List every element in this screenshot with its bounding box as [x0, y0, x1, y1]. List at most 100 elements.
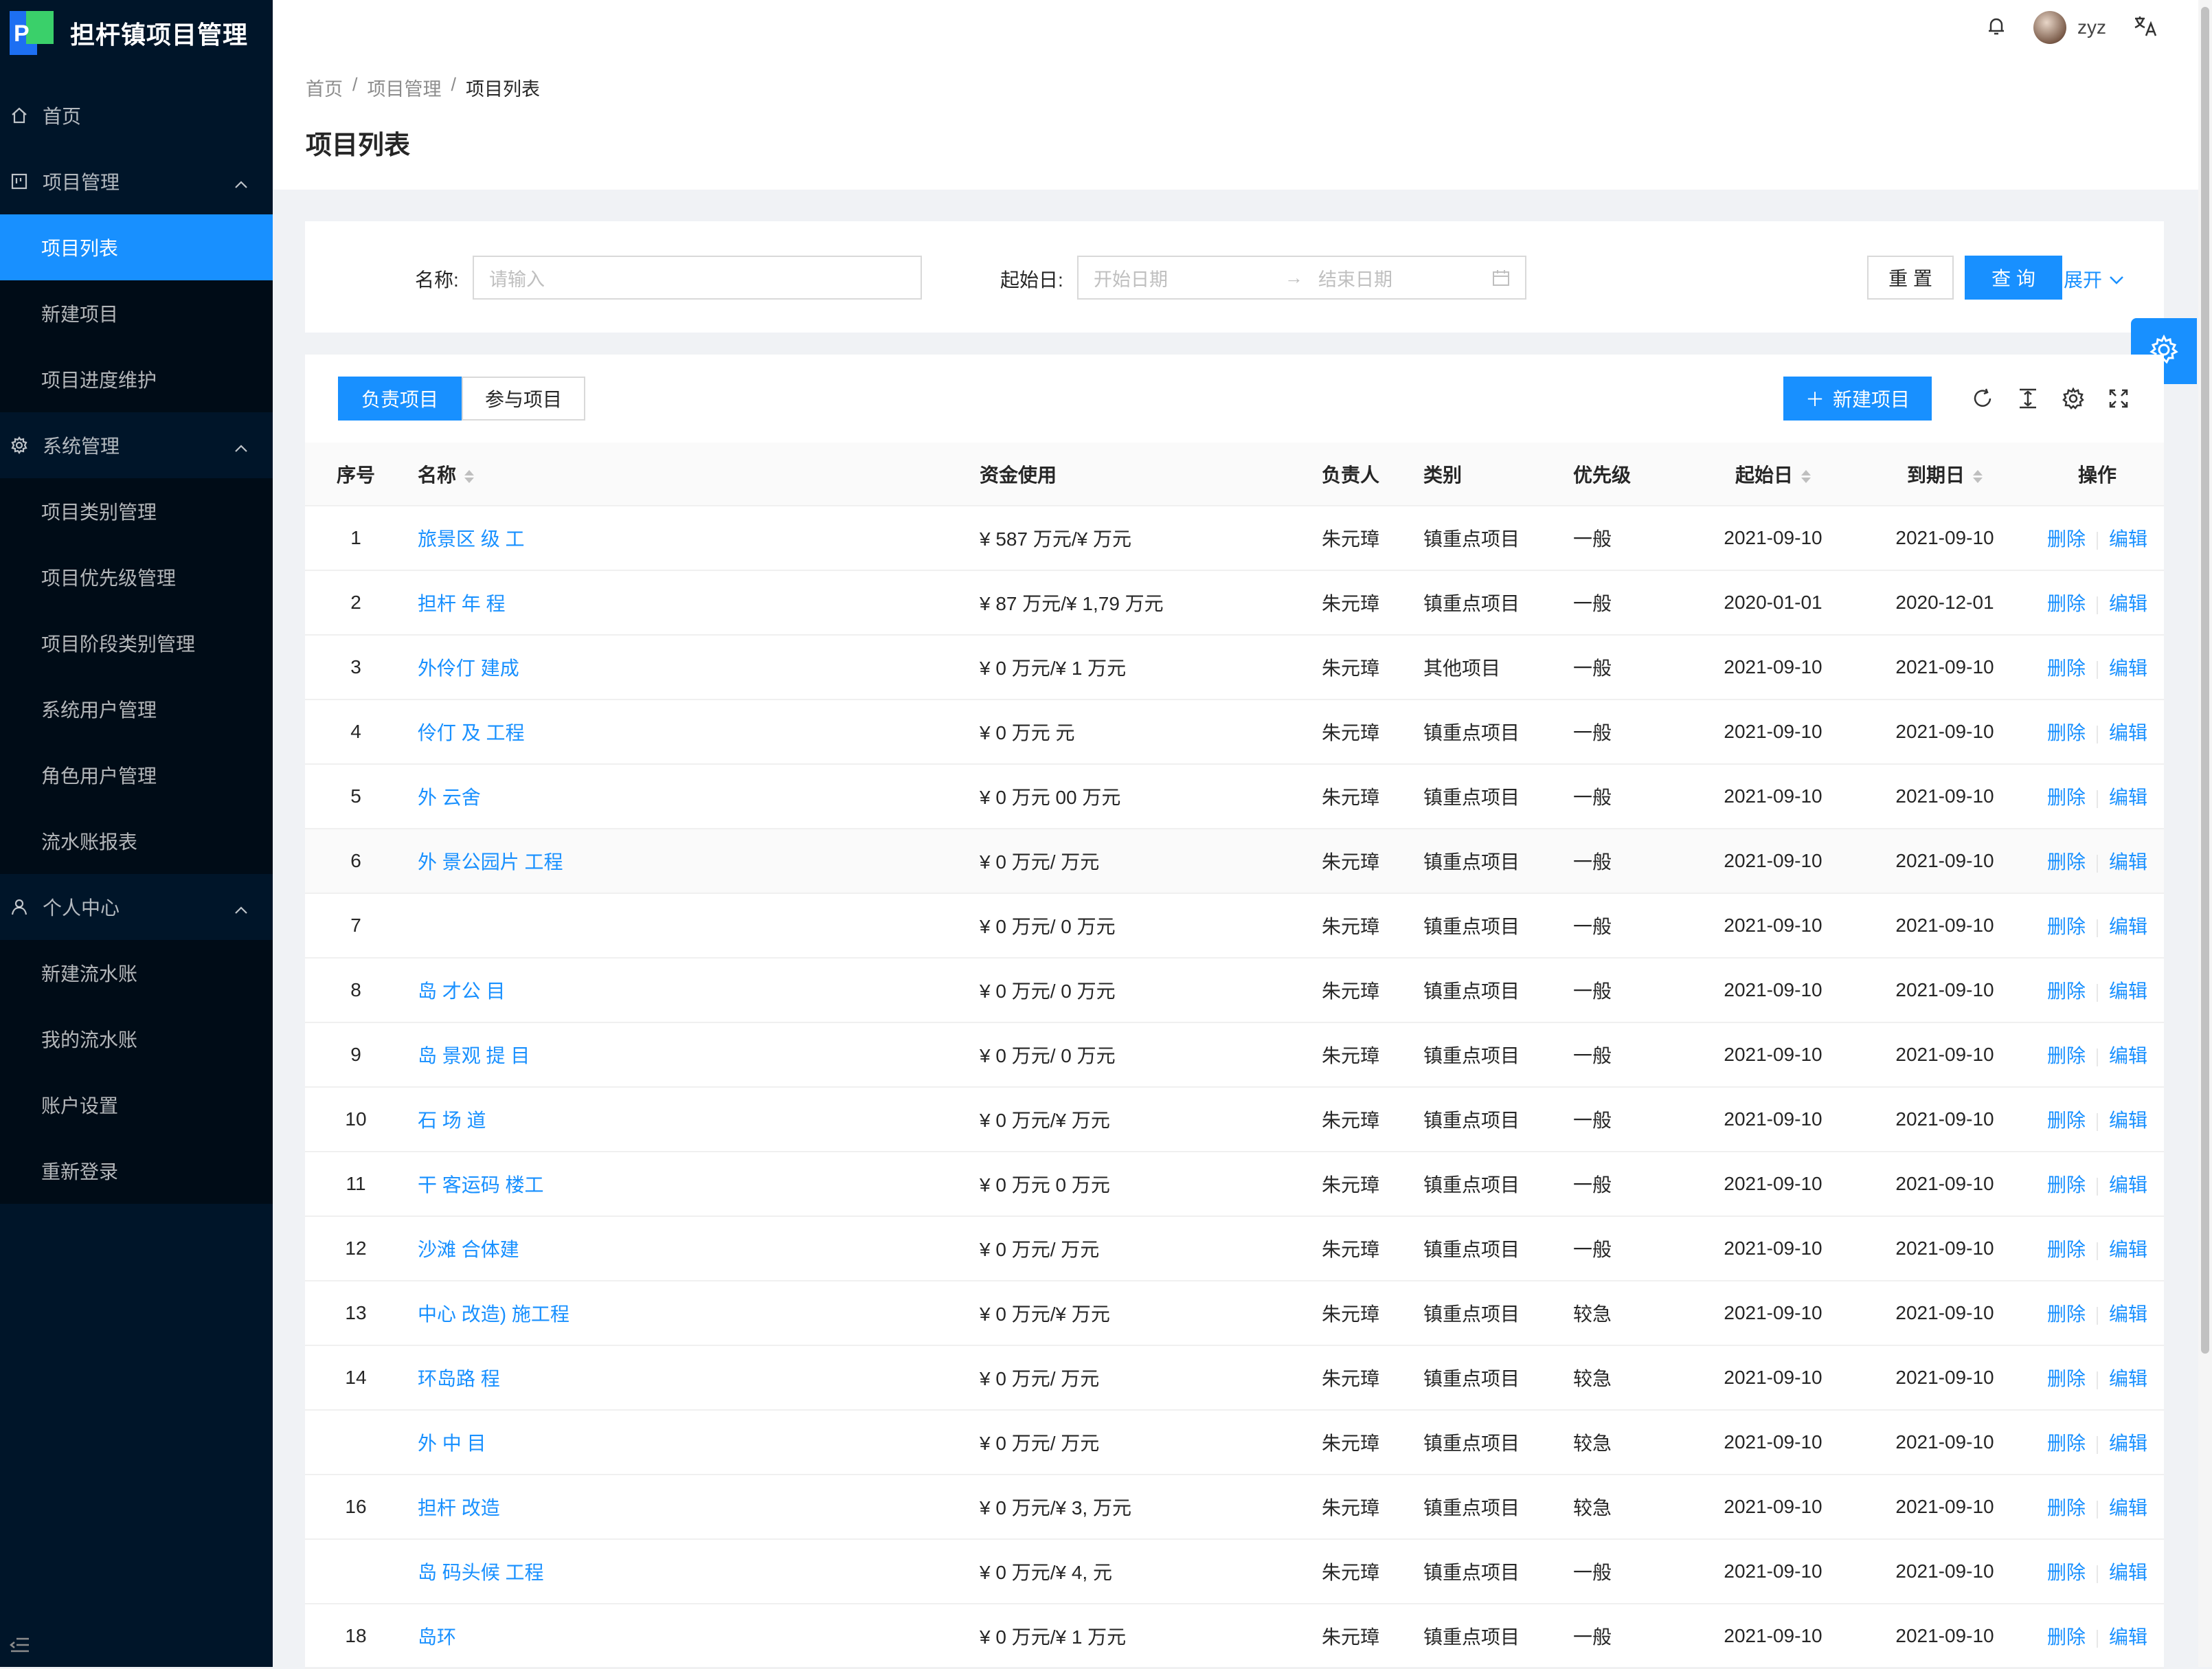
col-start[interactable]: 起始日: [1687, 443, 1859, 506]
sidebar-item-group-user[interactable]: 个人中心: [0, 874, 273, 940]
sidebar-item-6[interactable]: 项目类别管理: [0, 478, 273, 544]
edit-link[interactable]: 编辑: [2109, 1368, 2147, 1389]
sidebar-item-14[interactable]: 我的流水账: [0, 1006, 273, 1072]
query-button[interactable]: 查 询: [1965, 256, 2062, 300]
bell-icon[interactable]: [1987, 16, 2006, 40]
delete-link[interactable]: 删除: [2047, 1626, 2086, 1648]
delete-link[interactable]: 删除: [2047, 851, 2086, 873]
edit-link[interactable]: 编辑: [2109, 1174, 2147, 1196]
edit-link[interactable]: 编辑: [2109, 1239, 2147, 1260]
sidebar-item-11[interactable]: 流水账报表: [0, 808, 273, 874]
new-project-button[interactable]: ＋ 新建项目: [1783, 377, 1932, 421]
edit-link[interactable]: 编辑: [2109, 1303, 2147, 1325]
project-name-link[interactable]: 岛 码头候 工程: [407, 1539, 969, 1604]
delete-link[interactable]: 删除: [2047, 916, 2086, 937]
delete-link[interactable]: 删除: [2047, 1497, 2086, 1519]
delete-link[interactable]: 删除: [2047, 1239, 2086, 1260]
user-menu[interactable]: zyz: [2033, 11, 2106, 44]
delete-link[interactable]: 删除: [2047, 1562, 2086, 1583]
sidebar-item-group-gear[interactable]: 系统管理: [0, 412, 273, 478]
expand-link[interactable]: 展开: [2064, 265, 2124, 293]
project-name-link[interactable]: 岛环: [407, 1604, 969, 1669]
edit-link[interactable]: 编辑: [2109, 593, 2147, 614]
delete-link[interactable]: 删除: [2047, 658, 2086, 679]
delete-link[interactable]: 删除: [2047, 981, 2086, 1002]
breadcrumb-home[interactable]: 首页: [306, 74, 343, 101]
sidebar-item-2[interactable]: 项目列表: [0, 214, 273, 280]
sidebar-item-15[interactable]: 账户设置: [0, 1072, 273, 1138]
breadcrumb-section[interactable]: 项目管理: [368, 74, 442, 101]
tab-participating-projects[interactable]: 参与项目: [462, 377, 586, 421]
reload-icon[interactable]: [1970, 386, 1995, 411]
edit-link[interactable]: 编辑: [2109, 658, 2147, 679]
project-name-link[interactable]: [407, 893, 969, 959]
project-name-link[interactable]: 担杆 年 程: [407, 570, 969, 636]
project-name-link[interactable]: 外 景公园片 工程: [407, 829, 969, 894]
delete-link[interactable]: 删除: [2047, 1303, 2086, 1325]
density-icon[interactable]: [2016, 386, 2040, 411]
fullscreen-icon[interactable]: [2106, 386, 2131, 411]
sidebar-item-13[interactable]: 新建流水账: [0, 940, 273, 1006]
date-range-picker[interactable]: 开始日期 → 结束日期: [1077, 256, 1526, 300]
project-name-link[interactable]: 干 客运码 楼工: [407, 1152, 969, 1217]
delete-link[interactable]: 删除: [2047, 1174, 2086, 1196]
table-row: 14 环岛路 程 ¥ 0 万元/ 万元 朱元璋 镇重点项目 较急 2021-09-10 202…: [305, 1345, 2164, 1411]
sidebar-item-8[interactable]: 项目阶段类别管理: [0, 610, 273, 676]
edit-link[interactable]: 编辑: [2109, 1433, 2147, 1454]
delete-link[interactable]: 删除: [2047, 1110, 2086, 1131]
sort-icon[interactable]: [1801, 469, 1811, 483]
edit-link[interactable]: 编辑: [2109, 1562, 2147, 1583]
project-name-link[interactable]: 石 场 道: [407, 1087, 969, 1152]
sidebar-item-3[interactable]: 新建项目: [0, 280, 273, 346]
project-name-link[interactable]: 旅景区 级 工: [407, 506, 969, 571]
project-name-link[interactable]: 担杆 改造: [407, 1475, 969, 1540]
column-settings-icon[interactable]: [2061, 386, 2086, 411]
col-name[interactable]: 名称: [407, 443, 969, 506]
page-scrollbar[interactable]: [2198, 0, 2212, 1667]
funds-usage: ¥ 0 万元/¥ 4, 元: [969, 1539, 1311, 1604]
project-name-link[interactable]: 中心 改造) 施工程: [407, 1281, 969, 1346]
edit-link[interactable]: 编辑: [2109, 1626, 2147, 1648]
sidebar-item-16[interactable]: 重新登录: [0, 1138, 273, 1204]
delete-link[interactable]: 删除: [2047, 1368, 2086, 1389]
delete-link[interactable]: 删除: [2047, 722, 2086, 743]
edit-link[interactable]: 编辑: [2109, 916, 2147, 937]
delete-link[interactable]: 删除: [2047, 1433, 2086, 1454]
edit-link[interactable]: 编辑: [2109, 787, 2147, 808]
app-logo[interactable]: P 担杆镇项目管理: [0, 0, 273, 66]
project-name-link[interactable]: 外伶仃 建成: [407, 635, 969, 700]
edit-link[interactable]: 编辑: [2109, 1497, 2147, 1519]
delete-link[interactable]: 删除: [2047, 1045, 2086, 1066]
edit-link[interactable]: 编辑: [2109, 851, 2147, 873]
sidebar-item-9[interactable]: 系统用户管理: [0, 676, 273, 742]
edit-link[interactable]: 编辑: [2109, 722, 2147, 743]
owner: 朱元璋: [1311, 829, 1412, 894]
project-name-link[interactable]: 伶仃 及 工程: [407, 699, 969, 765]
sidebar-item-group-project[interactable]: 项目管理: [0, 148, 273, 214]
edit-link[interactable]: 编辑: [2109, 981, 2147, 1002]
delete-link[interactable]: 删除: [2047, 593, 2086, 614]
sidebar-item-group-home[interactable]: 首页: [0, 82, 273, 148]
tab-responsible-projects[interactable]: 负责项目: [338, 377, 462, 421]
project-name-link[interactable]: 岛 才公 目: [407, 958, 969, 1023]
col-end[interactable]: 到期日: [1859, 443, 2031, 506]
sort-icon[interactable]: [1973, 469, 1983, 483]
sidebar-item-10[interactable]: 角色用户管理: [0, 742, 273, 808]
project-name-link[interactable]: 环岛路 程: [407, 1345, 969, 1411]
project-name-link[interactable]: 沙滩 合体建: [407, 1216, 969, 1281]
translate-icon[interactable]: [2134, 15, 2157, 41]
edit-link[interactable]: 编辑: [2109, 528, 2147, 550]
sort-icon[interactable]: [464, 469, 475, 483]
reset-button[interactable]: 重 置: [1867, 256, 1954, 300]
delete-link[interactable]: 删除: [2047, 528, 2086, 550]
collapse-sidebar-icon[interactable]: [9, 1636, 30, 1657]
edit-link[interactable]: 编辑: [2109, 1110, 2147, 1131]
edit-link[interactable]: 编辑: [2109, 1045, 2147, 1066]
project-name-link[interactable]: 岛 景观 提 目: [407, 1022, 969, 1088]
sidebar-item-7[interactable]: 项目优先级管理: [0, 544, 273, 610]
project-name-link[interactable]: 外 中 目: [407, 1410, 969, 1475]
name-input[interactable]: 请输入: [473, 256, 922, 300]
sidebar-item-4[interactable]: 项目进度维护: [0, 346, 273, 412]
project-name-link[interactable]: 外 云舍: [407, 764, 969, 829]
delete-link[interactable]: 删除: [2047, 787, 2086, 808]
